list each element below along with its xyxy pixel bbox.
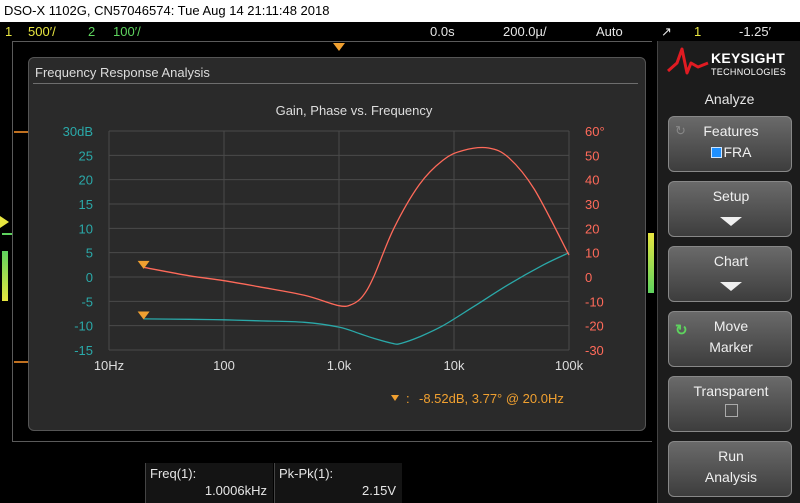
gain-tick-label: 30dB [63,124,93,139]
setup-label: Setup [712,188,750,204]
gain-tick-label: 0 [86,270,93,285]
menu-title: Analyze [704,91,755,107]
move-marker-softkey[interactable]: ↻ Move Marker [668,311,792,367]
marker-readout-icon [391,395,399,401]
time-delay[interactable]: 0.0s [430,22,455,41]
chart-series [143,146,570,345]
phase-tick-label: 10 [585,246,599,261]
pkpk-measurement[interactable]: Pk-Pk(1): 2.15V [274,463,402,503]
gain-tick-label: -5 [81,294,93,309]
features-label: Features [703,123,759,139]
status-bar: 1 500′/ 2 100′/ 0.0s 200.0µ/ Auto ↗ 1 -1… [0,22,800,41]
freq-label: Freq(1): [150,466,197,481]
gain-tick-label: -15 [74,343,93,358]
checkbox-unchecked-icon [669,404,793,420]
keysight-logo: KEYSIGHT TECHNOLOGIES [658,41,800,85]
freq-value: 1.0006kHz [204,483,267,498]
phase-axis: 60° 50 40 30 20 10 0 -10 -20 -30 [585,124,605,358]
trigger-edge-icon: ↗ [661,24,672,39]
time-scale[interactable]: 200.0µ/ [503,22,547,41]
chart-title: Gain, Phase vs. Frequency [276,103,433,118]
frequency-axis: 10Hz 100 1.0k 10k 100k [94,358,584,373]
gain-tick-label: 5 [86,246,93,261]
setup-softkey[interactable]: Setup [668,181,792,237]
run-analysis-label: Run [718,448,744,464]
chart-label: Chart [713,253,749,269]
run-analysis-label-2: Analysis [704,469,758,485]
features-softkey[interactable]: ↻ Features FRA [668,116,792,172]
freq-measurement[interactable]: Freq(1): 1.0006kHz [145,463,273,503]
pkpk-value: 2.15V [362,483,396,498]
phase-tick-label: 0 [585,270,592,285]
transparent-label: Transparent [693,383,769,399]
keysight-wave-icon [667,47,709,75]
features-value: FRA [669,144,793,160]
softkey-panel: KEYSIGHT TECHNOLOGIES Analyze ↻ Features… [657,41,800,503]
submenu-arrow-icon [669,213,793,229]
chart-markers[interactable] [137,260,150,320]
fra-dialog[interactable]: Frequency Response Analysis Gain, Phase … [28,57,646,431]
phase-line [143,146,570,307]
trigger-channel[interactable]: 1 [694,22,701,41]
gain-tick-label: 10 [79,221,93,236]
chart-softkey[interactable]: Chart [668,246,792,302]
phase-tick-label: -30 [585,343,604,358]
frequency-tick-label: 100 [213,358,235,373]
chart-grid [108,130,570,351]
graticule-top-edge [12,41,652,42]
waveform-edge-right [648,233,654,293]
transparent-softkey[interactable]: Transparent [668,376,792,432]
fra-chart: Gain, Phase vs. Frequency 30dB2520151050… [63,103,605,406]
frequency-tick-label: 10Hz [94,358,124,373]
ch2-number[interactable]: 2 [88,22,95,41]
waveform-edge-left [2,251,8,301]
graticule-left-edge [12,41,13,441]
gain-axis: 30dB 25 20 15 10 5 0 -5 -10 -15 [63,124,93,358]
move-marker-label: Move [713,318,749,334]
phase-tick-label: 40 [585,173,599,188]
logo-text: KEYSIGHT [711,50,785,66]
gain-tick-label: 20 [79,173,93,188]
submenu-arrow-icon [669,278,793,294]
phase-tick-label: 50 [585,148,599,163]
gain-marker-icon[interactable] [137,311,150,320]
checkbox-checked-icon [710,147,722,158]
phase-tick-label: -20 [585,319,604,334]
gain-line [143,252,570,345]
pkpk-label: Pk-Pk(1): [279,466,334,481]
graticule-bottom-edge [12,441,652,442]
phase-tick-label: 20 [585,221,599,236]
ch1-number[interactable]: 1 [5,22,12,41]
ch2-ground-marker-icon[interactable] [2,233,12,235]
trigger-level[interactable]: -1.25′ [739,22,771,41]
marker-readout: : -8.52dB, 3.77° @ 20.0Hz [391,391,564,406]
frequency-tick-label: 100k [555,358,584,373]
gain-tick-label: 25 [79,148,93,163]
frequency-tick-label: 10k [444,358,465,373]
phase-tick-label: 30 [585,197,599,212]
ch2-scale[interactable]: 100′/ [113,22,141,41]
window-title: DSO-X 1102G, CN57046574: Tue Aug 14 21:1… [0,0,800,22]
ch1-ground-marker-icon[interactable] [0,216,9,228]
svg-text::: : [406,391,410,406]
trigger-position-marker-icon[interactable] [333,43,345,51]
logo-subtext: TECHNOLOGIES [711,67,787,77]
gain-tick-label: -10 [74,319,93,334]
run-analysis-softkey[interactable]: Run Analysis [668,441,792,497]
phase-tick-label: 60° [585,124,605,139]
phase-tick-label: -10 [585,294,604,309]
gain-tick-label: 15 [79,197,93,212]
trigger-mode[interactable]: Auto [596,22,623,41]
move-marker-label-2: Marker [709,339,753,355]
ch1-scale[interactable]: 500′/ [28,22,56,41]
marker-readout-text: -8.52dB, 3.77° @ 20.0Hz [419,391,564,406]
frequency-tick-label: 1.0k [327,358,352,373]
